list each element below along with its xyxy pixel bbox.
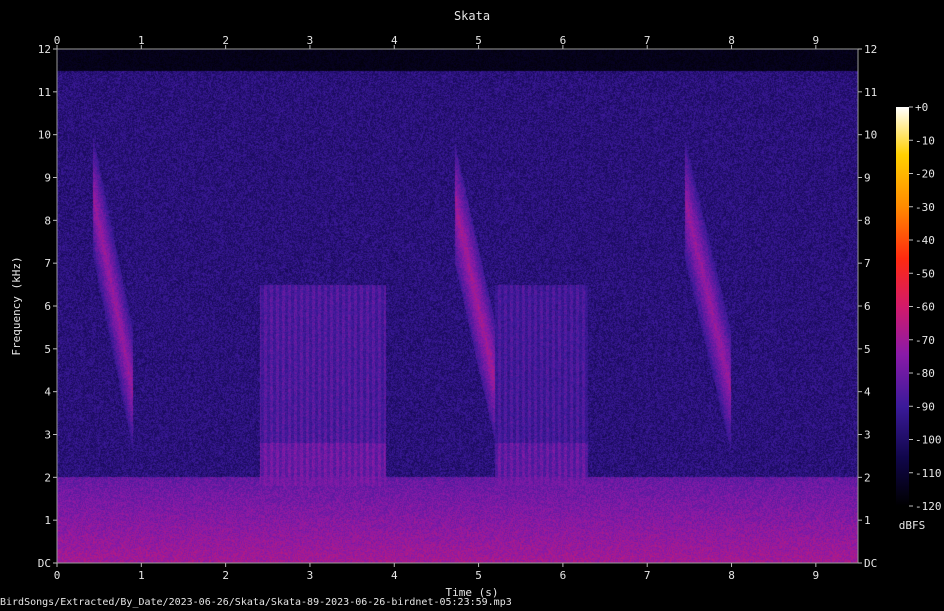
- y-tick-label: 7: [44, 257, 51, 270]
- x-tick-label: 9: [813, 569, 820, 582]
- chart-title: Skata: [454, 9, 490, 23]
- y-tick-label: DC: [864, 557, 877, 570]
- x-tick-label: 8: [728, 34, 735, 47]
- x-tick-label: 9: [813, 34, 820, 47]
- x-tick-label: 4: [391, 569, 398, 582]
- y-tick-label: 12: [864, 43, 877, 56]
- y-tick-label: DC: [38, 557, 51, 570]
- y-tick-label: 6: [864, 300, 871, 313]
- colorbar-tick-label: -90: [915, 400, 935, 413]
- x-tick-label: 1: [138, 34, 145, 47]
- y-tick-label: 5: [864, 343, 871, 356]
- x-tick-label: 8: [728, 569, 735, 582]
- colorbar-tick-label: -100: [915, 434, 942, 447]
- x-tick-label: 4: [391, 34, 398, 47]
- colorbar-tick-label: -40: [915, 234, 935, 247]
- colorbar-tick-label: -20: [915, 168, 935, 181]
- colorbar-tick-label: +0: [915, 101, 928, 114]
- y-tick-label: 2: [44, 471, 51, 484]
- colorbar-ticks: +0 -10 -20 -30 -40 -50 -60 -70 -80 -90 -100 -110 -12…: [909, 101, 942, 513]
- x-tick-label: 2: [222, 569, 229, 582]
- colorbar-tick-label: -120: [915, 500, 942, 513]
- y-tick-label: 11: [864, 86, 877, 99]
- x-tick-label: 1: [138, 569, 145, 582]
- y-tick-label: 12: [38, 43, 51, 56]
- x-tick-label: 0: [54, 569, 61, 582]
- y-tick-label: 2: [864, 471, 871, 484]
- y-tick-label: 1: [864, 514, 871, 527]
- y-tick-label: 8: [44, 214, 51, 227]
- colorbar-tick-label: -10: [915, 134, 935, 147]
- colorbar-tick-label: -80: [915, 367, 935, 380]
- y-tick-label: 3: [864, 429, 871, 442]
- colorbar-tick-label: -50: [915, 267, 935, 280]
- x-tick-label: 3: [307, 34, 314, 47]
- y-tick-label: 9: [44, 172, 51, 185]
- x-tick-label: 6: [560, 569, 567, 582]
- spectrogram-plot: [57, 49, 858, 563]
- colorbar-tick-label: -30: [915, 201, 935, 214]
- x-tick-label: 6: [560, 34, 567, 47]
- colorbar: [896, 107, 909, 506]
- y-tick-label: 4: [44, 386, 51, 399]
- y-tick-label: 7: [864, 257, 871, 270]
- x-tick-label: 3: [307, 569, 314, 582]
- colorbar-tick-label: -70: [915, 334, 935, 347]
- colorbar-tick-label: -110: [915, 467, 942, 480]
- y-axis-label: Frequency (kHz): [10, 256, 23, 355]
- y-tick-label: 4: [864, 386, 871, 399]
- x-tick-label: 7: [644, 34, 651, 47]
- x-tick-label: 0: [54, 34, 61, 47]
- y-tick-label: 10: [864, 129, 877, 142]
- y-tick-label: 1: [44, 514, 51, 527]
- y-tick-label: 11: [38, 86, 51, 99]
- file-path: BirdSongs/Extracted/By_Date/2023-06-26/S…: [0, 597, 512, 608]
- x-tick-label: 7: [644, 569, 651, 582]
- x-tick-label: 5: [475, 569, 482, 582]
- y-tick-label: 9: [864, 172, 871, 185]
- x-tick-label: 5: [475, 34, 482, 47]
- y-tick-label: 3: [44, 429, 51, 442]
- x-tick-label: 2: [222, 34, 229, 47]
- x-axis-bottom: 0 1 2 3 4 5 6 7 8 9: [54, 563, 819, 582]
- y-axis-right: DC123456789101112: [858, 43, 877, 570]
- x-axis-top: 0 1 2 3 4 5 6 7 8 9: [54, 34, 819, 49]
- y-tick-label: 10: [38, 129, 51, 142]
- spectrogram-figure: Skata 0123456789 0123456789 DC1234567891…: [10, 9, 942, 599]
- colorbar-label: dBFS: [899, 519, 926, 532]
- colorbar-tick-label: -60: [915, 301, 935, 314]
- y-axis-left: DC123456789101112: [38, 43, 57, 570]
- y-tick-label: 8: [864, 214, 871, 227]
- y-tick-label: 6: [44, 300, 51, 313]
- y-tick-label: 5: [44, 343, 51, 356]
